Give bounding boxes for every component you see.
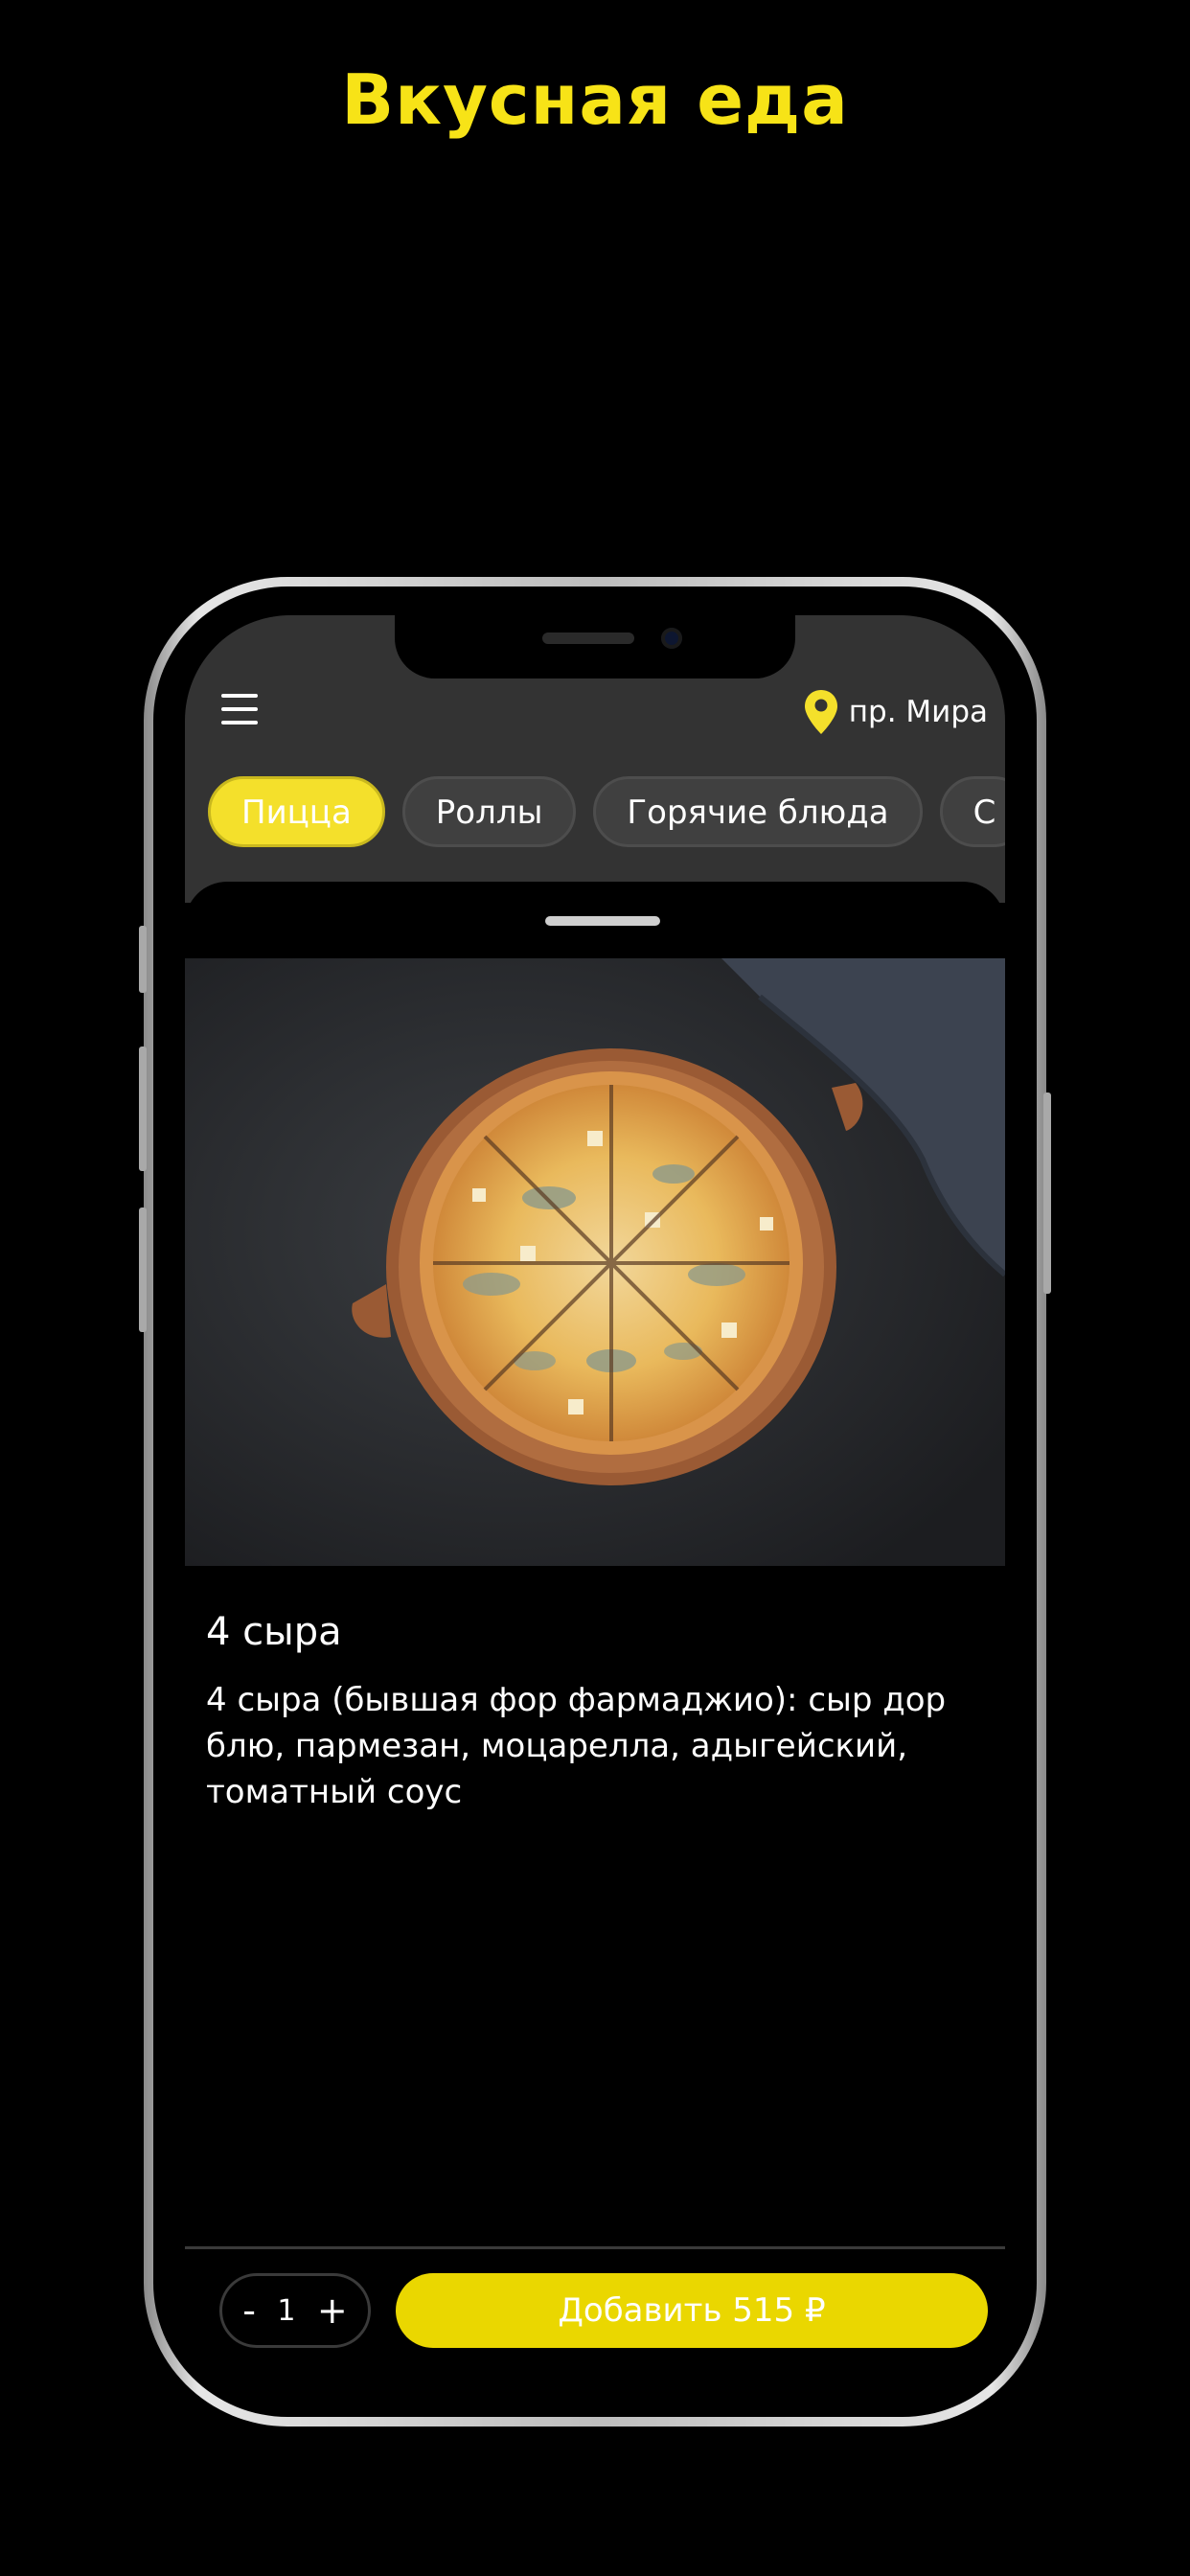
add-to-cart-button[interactable]: Добавить 515 ₽ [396, 2273, 988, 2348]
menu-line-bottom [221, 721, 258, 724]
product-photo [185, 958, 1005, 1566]
sheet-grabber[interactable] [545, 916, 660, 926]
silent-switch [139, 926, 147, 993]
bottom-bar-divider [185, 2246, 1005, 2249]
tab-pizza[interactable]: Пицца [208, 776, 385, 847]
increase-quantity-button[interactable]: + [317, 2289, 348, 2332]
tab-next-category[interactable]: С [939, 776, 1005, 847]
power-button [1043, 1092, 1051, 1294]
decrease-quantity-button[interactable]: - [242, 2289, 256, 2332]
tab-hot-dishes[interactable]: Горячие блюда [593, 776, 923, 847]
promo-headline: Вкусная еда [341, 59, 849, 140]
product-sheet: 4 сыра 4 сыра (бывшая фор фармаджио): сы… [185, 882, 1005, 2386]
product-title: 4 сыра [206, 1610, 342, 1654]
earpiece-speaker [542, 632, 634, 644]
quantity-stepper: - 1 + [219, 2273, 371, 2348]
menu-line-top [221, 694, 258, 698]
front-camera [661, 628, 682, 649]
quantity-value: 1 [277, 2293, 296, 2328]
location-selector[interactable]: пр. Мира [803, 686, 988, 738]
product-description: 4 сыра (бывшая фор фармаджио): сыр дор б… [206, 1681, 947, 1811]
app-header: пр. Мира Пицца Роллы Горячие блюда С [185, 615, 1005, 903]
tab-rolls[interactable]: Роллы [401, 776, 577, 847]
pizza-image [185, 958, 1005, 1566]
location-pin-icon [804, 690, 837, 734]
notch [395, 615, 795, 678]
menu-line-middle [221, 707, 258, 711]
volume-down-button [139, 1208, 147, 1332]
location-label: пр. Мира [848, 695, 988, 729]
volume-up-button [139, 1046, 147, 1171]
category-tabs: Пицца Роллы Горячие блюда С [208, 776, 1005, 851]
hamburger-menu-icon[interactable] [221, 692, 260, 726]
app-screen: пр. Мира Пицца Роллы Горячие блюда С 4 с… [185, 615, 1005, 2386]
